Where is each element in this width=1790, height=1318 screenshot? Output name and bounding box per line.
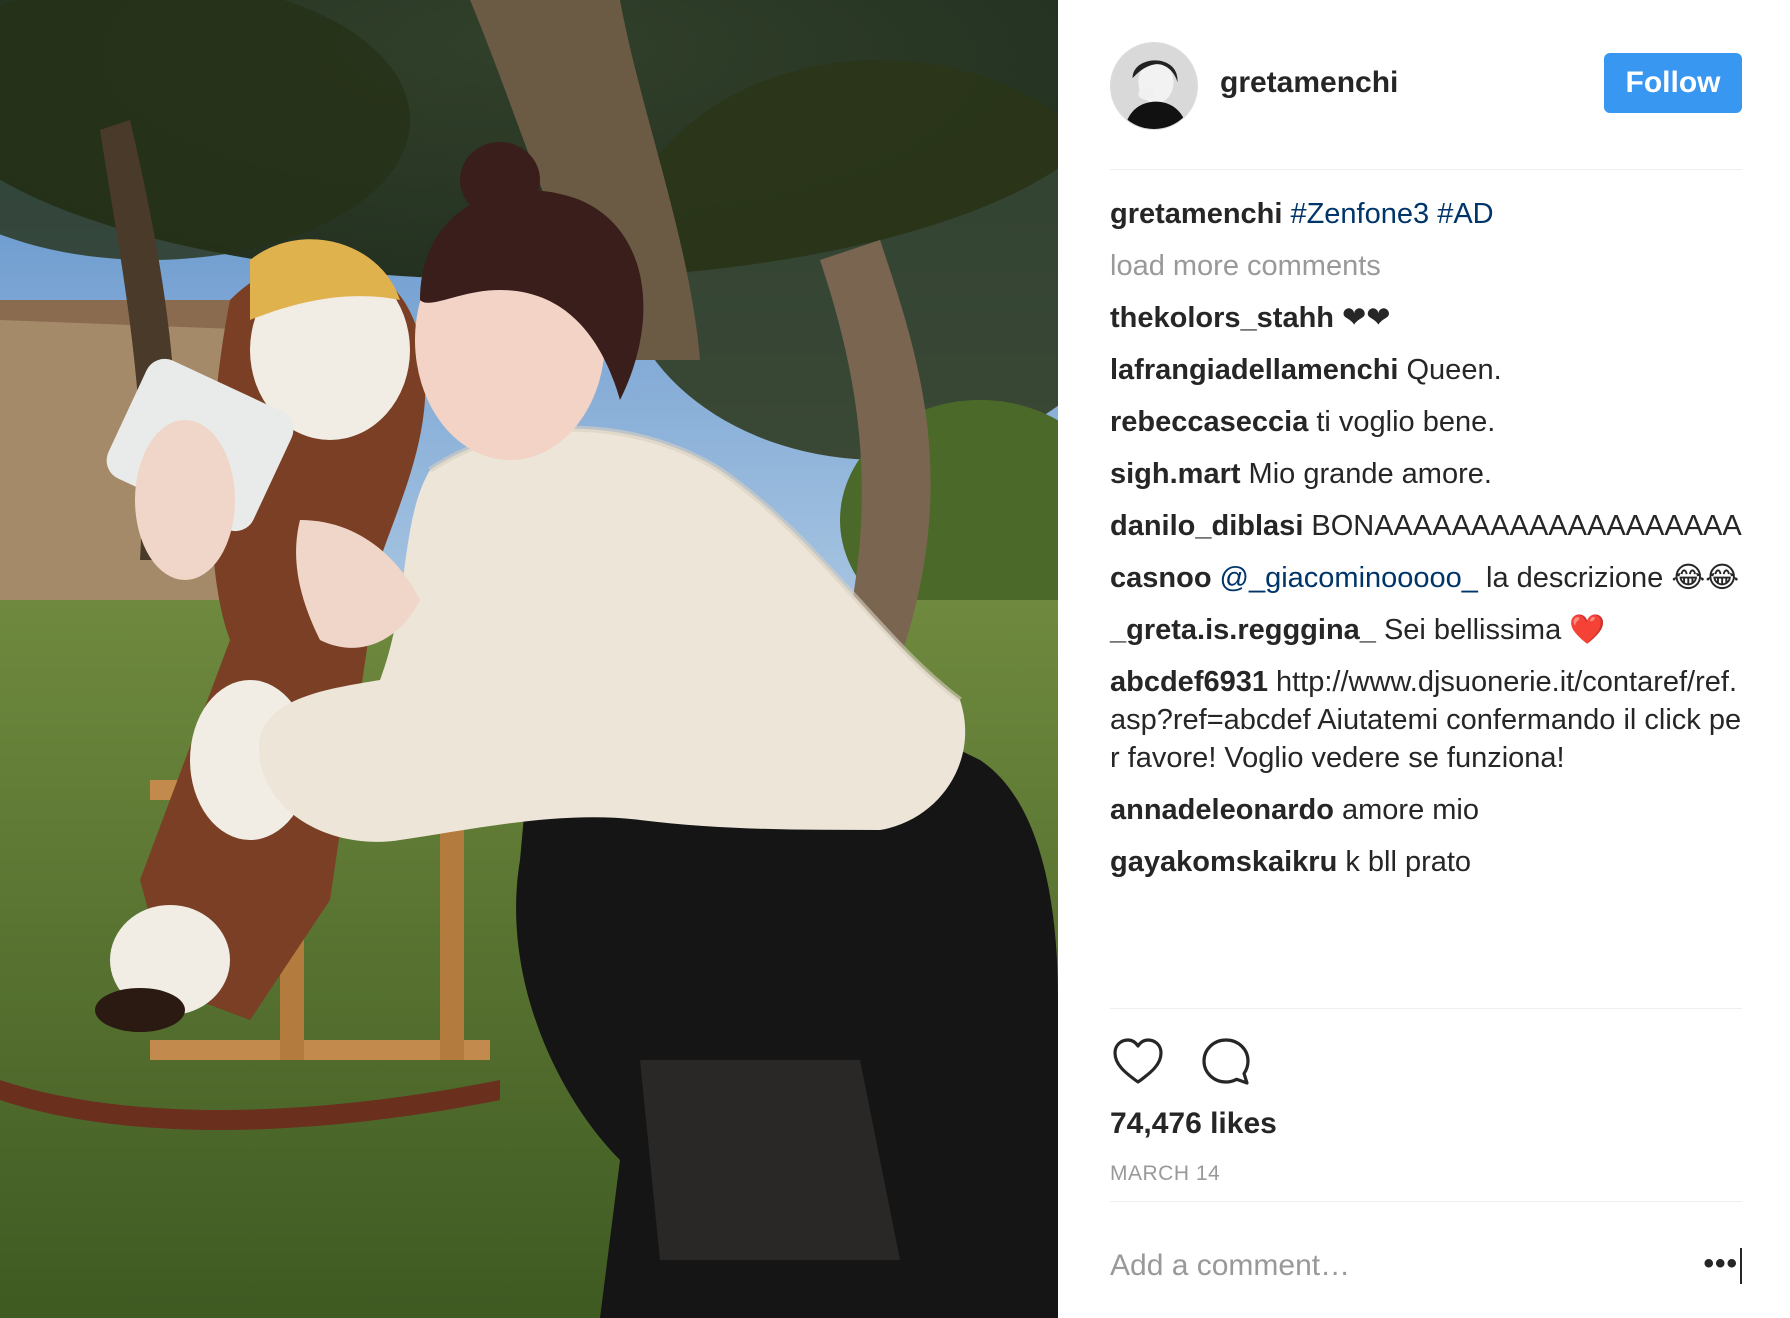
post-date[interactable]: MARCH 14	[1110, 1162, 1220, 1186]
comment-text: BONAAAAAAAAAAAAAAAAAAA	[1311, 510, 1742, 542]
comment-username[interactable]: sigh.mart	[1110, 458, 1241, 490]
comment-item: _greta.is.regggina_ Sei bellissima ❤️	[1110, 611, 1742, 649]
comment-username[interactable]: gayakomskaikru	[1110, 846, 1337, 878]
comment-text: Sei bellissima	[1383, 614, 1562, 646]
comment-item: abcdef6931 http://www.djsuonerie.it/conta…	[1110, 663, 1742, 777]
load-more-comments-link[interactable]: load more comments	[1110, 247, 1742, 285]
divider	[1110, 1008, 1742, 1009]
heart-icon[interactable]	[1110, 1034, 1166, 1090]
comment-item: rebeccaseccia ti voglio bene.	[1110, 403, 1742, 441]
comment-username[interactable]: abcdef6931	[1110, 666, 1268, 698]
comment-text: Mio grande amore.	[1248, 458, 1492, 490]
text-cursor	[1740, 1248, 1742, 1284]
comments-list: gretamenchi #Zenfone3 #AD load more comme…	[1110, 195, 1742, 895]
post-header: gretamenchi Follow	[1110, 40, 1742, 170]
comment-item: thekolors_stahh ❤❤	[1110, 299, 1742, 337]
comment-username[interactable]: thekolors_stahh	[1110, 302, 1334, 334]
comment-item: gayakomskaikru k bll prato	[1110, 843, 1742, 881]
comment-text: k bll prato	[1345, 846, 1472, 878]
comment-username[interactable]: rebeccaseccia	[1110, 406, 1308, 438]
post-sidebar: gretamenchi Follow gretamenchi #Zenfone3 …	[1058, 0, 1790, 1318]
comment-item: casnoo @_giacominooooo_ la descrizione 😂😂	[1110, 559, 1742, 597]
likes-count[interactable]: 74,476 likes	[1110, 1107, 1277, 1141]
comment-username[interactable]: lafrangiadellamenchi	[1110, 354, 1399, 386]
comment-item: annadeleonardo amore mio	[1110, 791, 1742, 829]
comment-item: sigh.mart Mio grande amore.	[1110, 455, 1742, 493]
more-options-icon[interactable]: •••	[1703, 1244, 1738, 1284]
comment-item: danilo_diblasi BONAAAAAAAAAAAAAAAAAAA	[1110, 507, 1742, 545]
caption-username[interactable]: gretamenchi	[1110, 198, 1282, 230]
comment-text: la descrizione 😂😂	[1486, 562, 1740, 594]
caption: gretamenchi #Zenfone3 #AD	[1110, 195, 1742, 233]
post-image	[0, 0, 1058, 1318]
hashtag-link[interactable]: #AD	[1437, 198, 1493, 230]
hashtag-link[interactable]: #Zenfone3	[1290, 198, 1429, 230]
comment-text: ti voglio bene.	[1316, 406, 1496, 438]
divider	[1110, 1201, 1742, 1202]
comment-text: ❤❤	[1342, 302, 1391, 334]
comment-username[interactable]: casnoo	[1110, 562, 1212, 594]
comment-text: amore mio	[1342, 794, 1479, 826]
avatar[interactable]	[1110, 42, 1198, 130]
post-author-username[interactable]: gretamenchi	[1220, 66, 1398, 100]
comment-username[interactable]: annadeleonardo	[1110, 794, 1334, 826]
comment-username[interactable]: danilo_diblasi	[1110, 510, 1303, 542]
comment-text: Queen.	[1406, 354, 1502, 386]
heart-emoji-icon: ❤️	[1569, 614, 1606, 646]
comment-item: lafrangiadellamenchi Queen.	[1110, 351, 1742, 389]
post-photo[interactable]	[0, 0, 1058, 1318]
add-comment-input[interactable]	[1110, 1236, 1670, 1296]
comment-bubble-icon[interactable]	[1198, 1034, 1254, 1090]
follow-button[interactable]: Follow	[1604, 53, 1742, 113]
comment-username[interactable]: _greta.is.regggina_	[1110, 614, 1376, 646]
post-actions	[1110, 1034, 1742, 1090]
mention-link[interactable]: @_giacominooooo_	[1220, 562, 1478, 594]
add-comment-form: •••	[1110, 1236, 1742, 1296]
